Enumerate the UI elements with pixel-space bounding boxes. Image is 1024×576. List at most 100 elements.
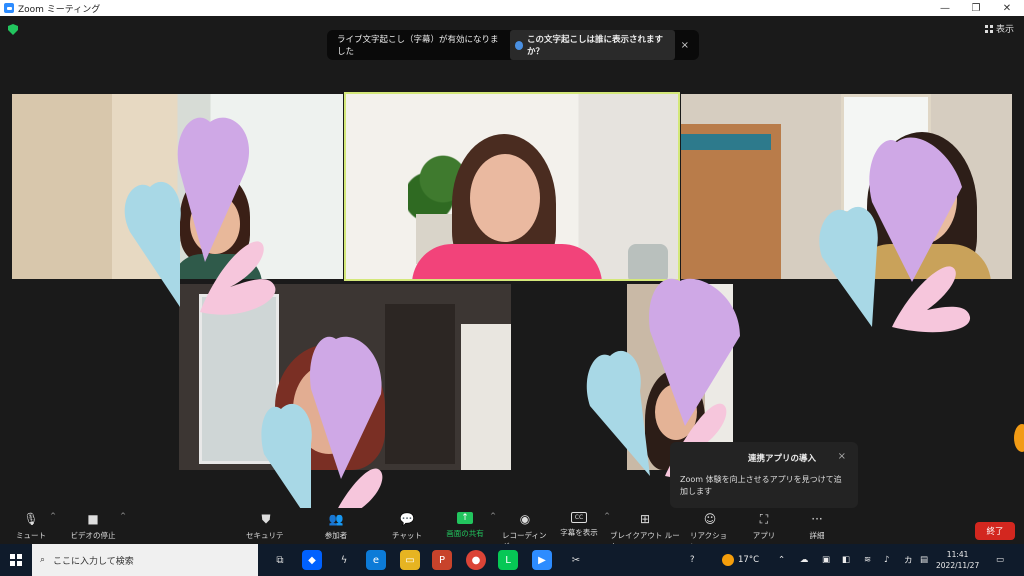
purple-heart-shape bbox=[310, 336, 382, 479]
apps-icon: ⛶ bbox=[759, 511, 769, 526]
encryption-shield-icon[interactable] bbox=[8, 24, 18, 35]
fireplace bbox=[461, 324, 511, 470]
share-label: 画面の共有 bbox=[446, 529, 484, 538]
line-app-icon[interactable]: L bbox=[498, 550, 518, 570]
snipping-tool-icon[interactable]: ✂ bbox=[566, 550, 586, 570]
file-explorer-icon[interactable]: ▭ bbox=[400, 550, 420, 570]
apps-button[interactable]: ⛶ アプリ bbox=[752, 508, 776, 544]
reactions-button[interactable]: ☺ リアクション bbox=[690, 508, 730, 551]
share-screen-button[interactable]: ↑ 画面の共有 ^ bbox=[444, 508, 496, 544]
apps-tip-popup: 連携アプリの導入 × Zoom 体験を向上させるアプリを見つけて追加します bbox=[670, 442, 858, 508]
video-options-caret[interactable]: ^ bbox=[120, 512, 126, 520]
weather-widget[interactable]: 17°C bbox=[722, 544, 759, 576]
close-window-button[interactable]: ✕ bbox=[990, 0, 1024, 16]
meeting-area: 表示 ライブ文字起こし（字幕）が有効になりました この文字起こしは誰に表示されま… bbox=[0, 16, 1024, 544]
popup-close-button[interactable]: × bbox=[838, 451, 846, 462]
dropbox-icon[interactable]: ◆ bbox=[302, 550, 322, 570]
task-view-icon[interactable]: ⧉ bbox=[270, 550, 290, 570]
heart-decoration bbox=[819, 137, 971, 333]
participants-label: 参加者 bbox=[324, 531, 348, 540]
shield-icon: ⛊ bbox=[261, 511, 271, 526]
app-bolt-icon[interactable]: ϟ bbox=[334, 550, 354, 570]
zoom-window: Zoom ミーティング — ❐ ✕ 表示 ライブ文字起こし（字幕）が有効になりま… bbox=[0, 0, 1024, 576]
transcript-visibility-link[interactable]: この文字起こしは誰に表示されますか？ bbox=[509, 30, 675, 60]
windows-logo-icon bbox=[10, 554, 22, 566]
microphone-icon: 🎙 bbox=[23, 512, 39, 526]
side-handle[interactable] bbox=[1014, 424, 1024, 452]
stop-video-button[interactable]: ■ ビデオの停止 ^ bbox=[70, 508, 127, 544]
chrome-icon[interactable]: ● bbox=[466, 550, 486, 570]
popup-title: 連携アプリの導入 bbox=[748, 454, 817, 464]
more-label: 詳細 bbox=[809, 531, 825, 540]
cc-icon: CC bbox=[571, 512, 587, 523]
start-button[interactable] bbox=[0, 544, 32, 576]
blue-heart-shape bbox=[819, 206, 878, 327]
transcript-visibility-label: この文字起こしは誰に表示されますか？ bbox=[527, 35, 664, 57]
weather-temp: 17°C bbox=[738, 555, 760, 565]
volume-icon[interactable]: ♪ bbox=[884, 544, 889, 576]
chat-label: チャット bbox=[392, 531, 422, 540]
view-label: 表示 bbox=[995, 25, 1014, 35]
pink-heart-shape bbox=[892, 266, 971, 333]
title-bar: Zoom ミーティング — ❐ ✕ bbox=[0, 0, 1024, 16]
record-icon: ◉ bbox=[519, 512, 531, 526]
banner-close-button[interactable]: × bbox=[681, 40, 689, 51]
participants-button[interactable]: 👥 参加者 bbox=[320, 508, 352, 544]
powerpoint-icon[interactable]: P bbox=[432, 550, 452, 570]
shelf-box bbox=[681, 134, 771, 150]
window-title: Zoom ミーティング bbox=[18, 4, 101, 15]
ime-mode[interactable]: カ bbox=[904, 544, 913, 576]
popup-body: Zoom 体験を向上させるアプリを見つけて追加します bbox=[680, 475, 842, 496]
participants-icon: 👥 bbox=[328, 512, 344, 526]
chat-bubble-icon: 💬 bbox=[399, 512, 415, 526]
grid-view-icon bbox=[984, 24, 993, 33]
windows-taskbar: ⌕ ここに入力して検索 ⧉ ◆ ϟ e ▭ P ● L ▶ ✂ ? 17°C ⌃… bbox=[0, 544, 1024, 576]
video-label: ビデオの停止 bbox=[70, 531, 116, 540]
tray-app-icon[interactable]: ▣ bbox=[822, 544, 830, 576]
chat-button[interactable]: 💬 チャット bbox=[392, 508, 422, 544]
more-dots-icon: ··· bbox=[811, 512, 823, 526]
search-icon: ⌕ bbox=[40, 555, 46, 565]
blue-heart-shape bbox=[124, 181, 181, 307]
breakout-rooms-button[interactable]: ⊞ ブレイクアウト ルーム bbox=[610, 508, 680, 551]
tray-chevron-icon[interactable]: ⌃ bbox=[778, 544, 785, 576]
breakout-grid-icon: ⊞ bbox=[639, 512, 651, 526]
more-button[interactable]: ··· 詳細 bbox=[806, 508, 828, 544]
tray-app-icon[interactable]: ◧ bbox=[842, 544, 850, 576]
mute-options-caret[interactable]: ^ bbox=[50, 512, 56, 520]
help-icon[interactable]: ? bbox=[690, 544, 695, 576]
notification-icon[interactable]: ▭ bbox=[996, 544, 1004, 576]
share-options-caret[interactable]: ^ bbox=[490, 512, 496, 520]
taskbar-clock[interactable]: 11:41 2022/11/27 bbox=[936, 549, 979, 571]
zoom-taskbar-icon[interactable]: ▶ bbox=[532, 550, 552, 570]
banner-message: ライブ文字起こし（字幕）が有効になりました bbox=[337, 35, 499, 57]
speaker-face bbox=[470, 154, 540, 242]
sun-icon bbox=[722, 554, 734, 566]
edge-browser-icon[interactable]: e bbox=[366, 550, 386, 570]
view-button[interactable]: 表示 bbox=[984, 22, 1014, 35]
speaker-shirt bbox=[412, 244, 602, 279]
purple-heart-shape bbox=[869, 137, 962, 282]
record-button[interactable]: ◉ レコーディング bbox=[502, 508, 548, 551]
end-meeting-button[interactable]: 終了 bbox=[975, 522, 1015, 540]
ime-toggle-icon[interactable]: ▤ bbox=[920, 544, 928, 576]
security-button[interactable]: ⛊ セキュリティ bbox=[246, 508, 286, 552]
mute-button[interactable]: 🎙 ミュート ^ bbox=[16, 508, 56, 544]
captions-button[interactable]: CC 字幕を表示 ^ bbox=[558, 508, 610, 544]
mute-label: ミュート bbox=[16, 531, 46, 540]
emoji-icon: ☺ bbox=[703, 512, 717, 526]
clock-date: 2022/11/27 bbox=[936, 561, 980, 570]
share-arrow-icon: ↑ bbox=[457, 512, 473, 524]
participants-icon bbox=[514, 40, 524, 50]
search-placeholder: ここに入力して検索 bbox=[53, 556, 134, 567]
heart-decoration bbox=[124, 117, 276, 315]
maximize-button[interactable]: ❐ bbox=[959, 0, 993, 16]
minimize-button[interactable]: — bbox=[928, 0, 962, 16]
wifi-icon[interactable]: ≋ bbox=[864, 544, 871, 576]
taskbar-search[interactable]: ⌕ ここに入力して検索 bbox=[32, 544, 258, 576]
video-camera-icon: ■ bbox=[87, 512, 99, 526]
captions-label: 字幕を表示 bbox=[560, 528, 598, 537]
zoom-logo-icon bbox=[4, 3, 14, 13]
active-speaker-tile[interactable] bbox=[344, 92, 680, 281]
onedrive-icon[interactable]: ☁ bbox=[800, 544, 809, 576]
